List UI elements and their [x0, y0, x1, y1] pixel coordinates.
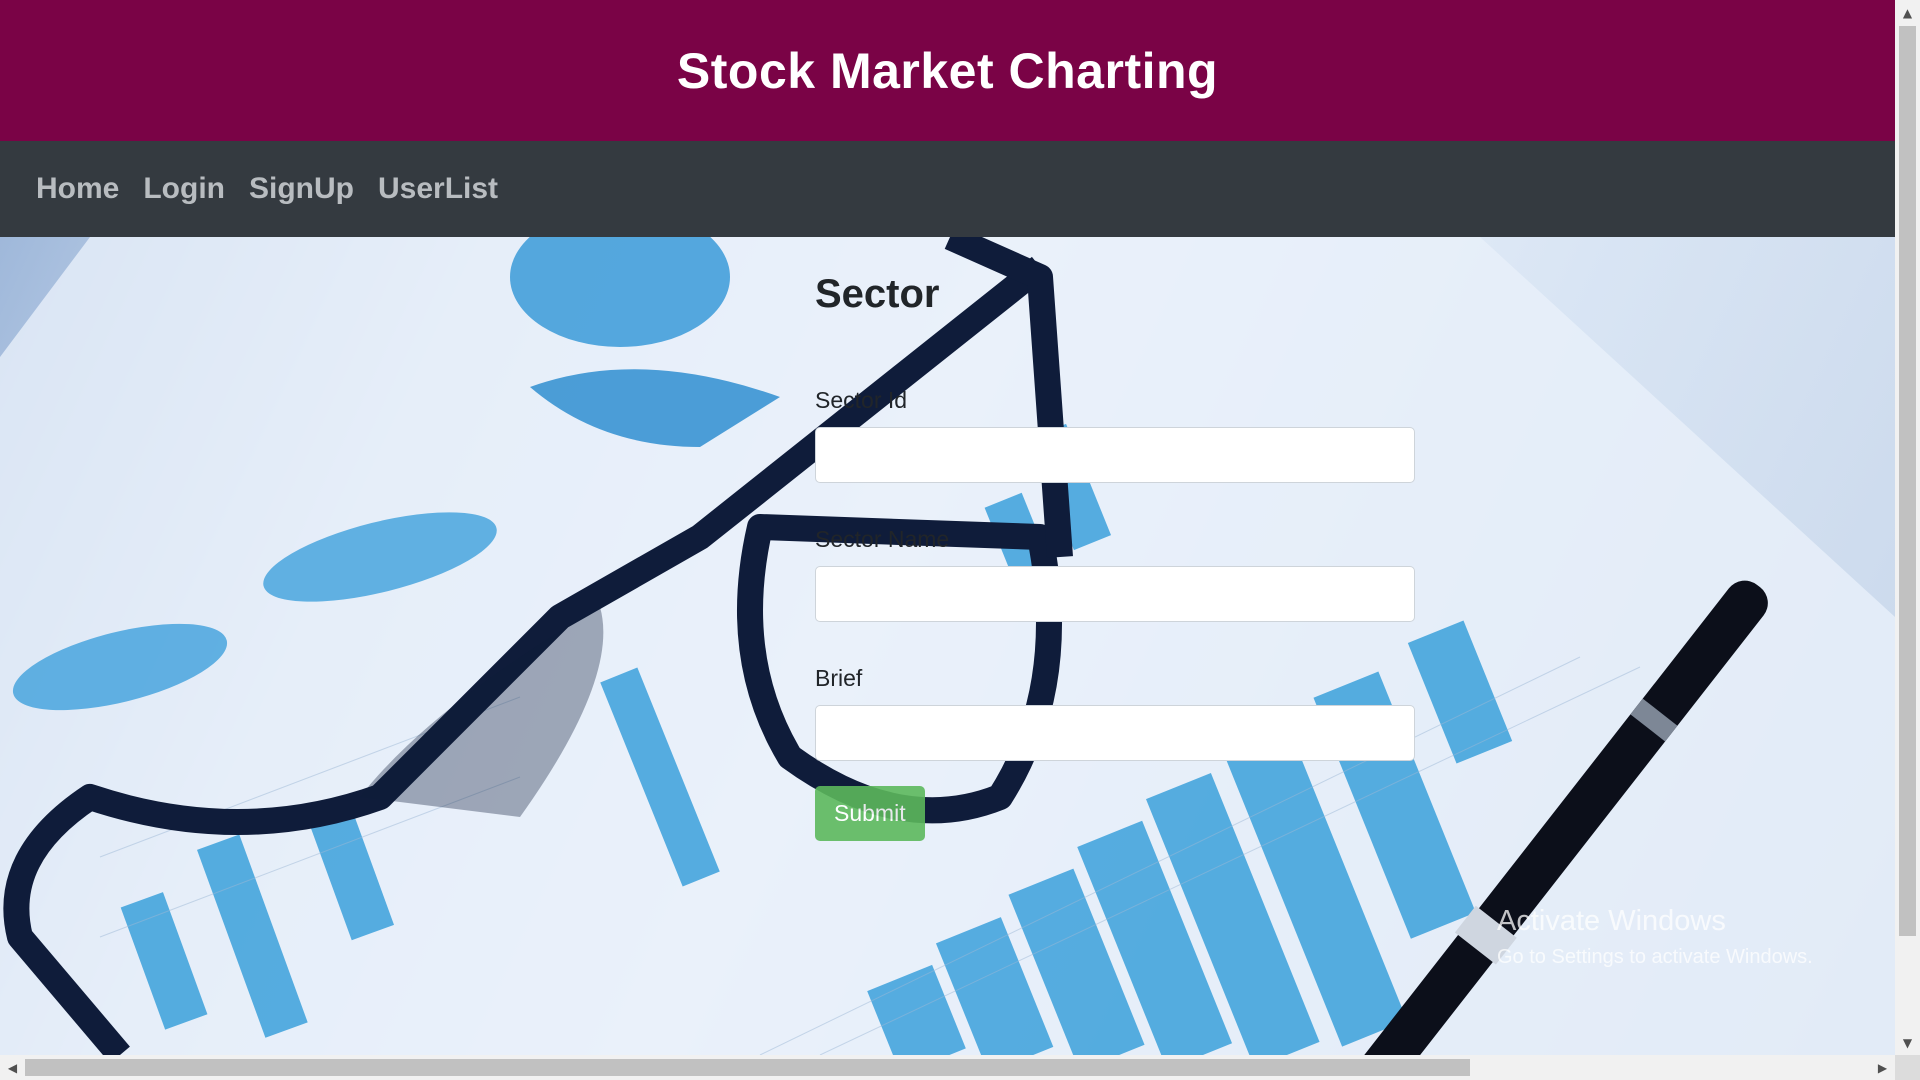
sector-form: Sector Sector Id Sector Name Brief Submi… [815, 272, 1415, 841]
scroll-up-arrow-icon[interactable]: ▲ [1895, 0, 1920, 25]
brief-input[interactable] [815, 705, 1415, 761]
sector-id-input[interactable] [815, 427, 1415, 483]
vertical-scrollbar[interactable]: ▲ ▼ [1895, 0, 1920, 1055]
nav-link-login[interactable]: Login [143, 172, 225, 206]
activate-windows-watermark: Activate Windows Go to Settings to activ… [1497, 905, 1813, 969]
main-navbar: Home Login SignUp UserList [0, 141, 1895, 237]
sector-id-group: Sector Id [815, 387, 1415, 483]
sector-name-group: Sector Name [815, 526, 1415, 622]
sector-id-label: Sector Id [815, 387, 908, 413]
scroll-left-arrow-icon[interactable]: ◀ [0, 1055, 25, 1080]
nav-link-userlist[interactable]: UserList [378, 172, 498, 206]
browser-viewport: Stock Market Charting Home Login SignUp … [0, 0, 1895, 1055]
brief-group: Brief [815, 665, 1415, 761]
watermark-subtitle: Go to Settings to activate Windows. [1497, 946, 1813, 968]
watermark-title: Activate Windows [1497, 905, 1726, 937]
sector-name-input[interactable] [815, 566, 1415, 622]
form-title: Sector [815, 272, 940, 316]
site-title: Stock Market Charting [676, 42, 1219, 99]
nav-link-home[interactable]: Home [36, 172, 119, 206]
horizontal-scroll-thumb[interactable] [25, 1059, 1470, 1076]
horizontal-scrollbar[interactable]: ◀ ▶ [0, 1055, 1895, 1080]
site-header: Stock Market Charting [0, 0, 1895, 141]
vertical-scroll-thumb[interactable] [1899, 26, 1916, 936]
scroll-right-arrow-icon[interactable]: ▶ [1870, 1055, 1895, 1080]
scrollbar-corner [1895, 1055, 1920, 1080]
submit-button[interactable]: Submit [815, 786, 925, 841]
brief-label: Brief [815, 665, 863, 691]
sector-name-label: Sector Name [815, 526, 950, 552]
scroll-down-arrow-icon[interactable]: ▼ [1895, 1030, 1920, 1055]
nav-link-signup[interactable]: SignUp [249, 172, 354, 206]
